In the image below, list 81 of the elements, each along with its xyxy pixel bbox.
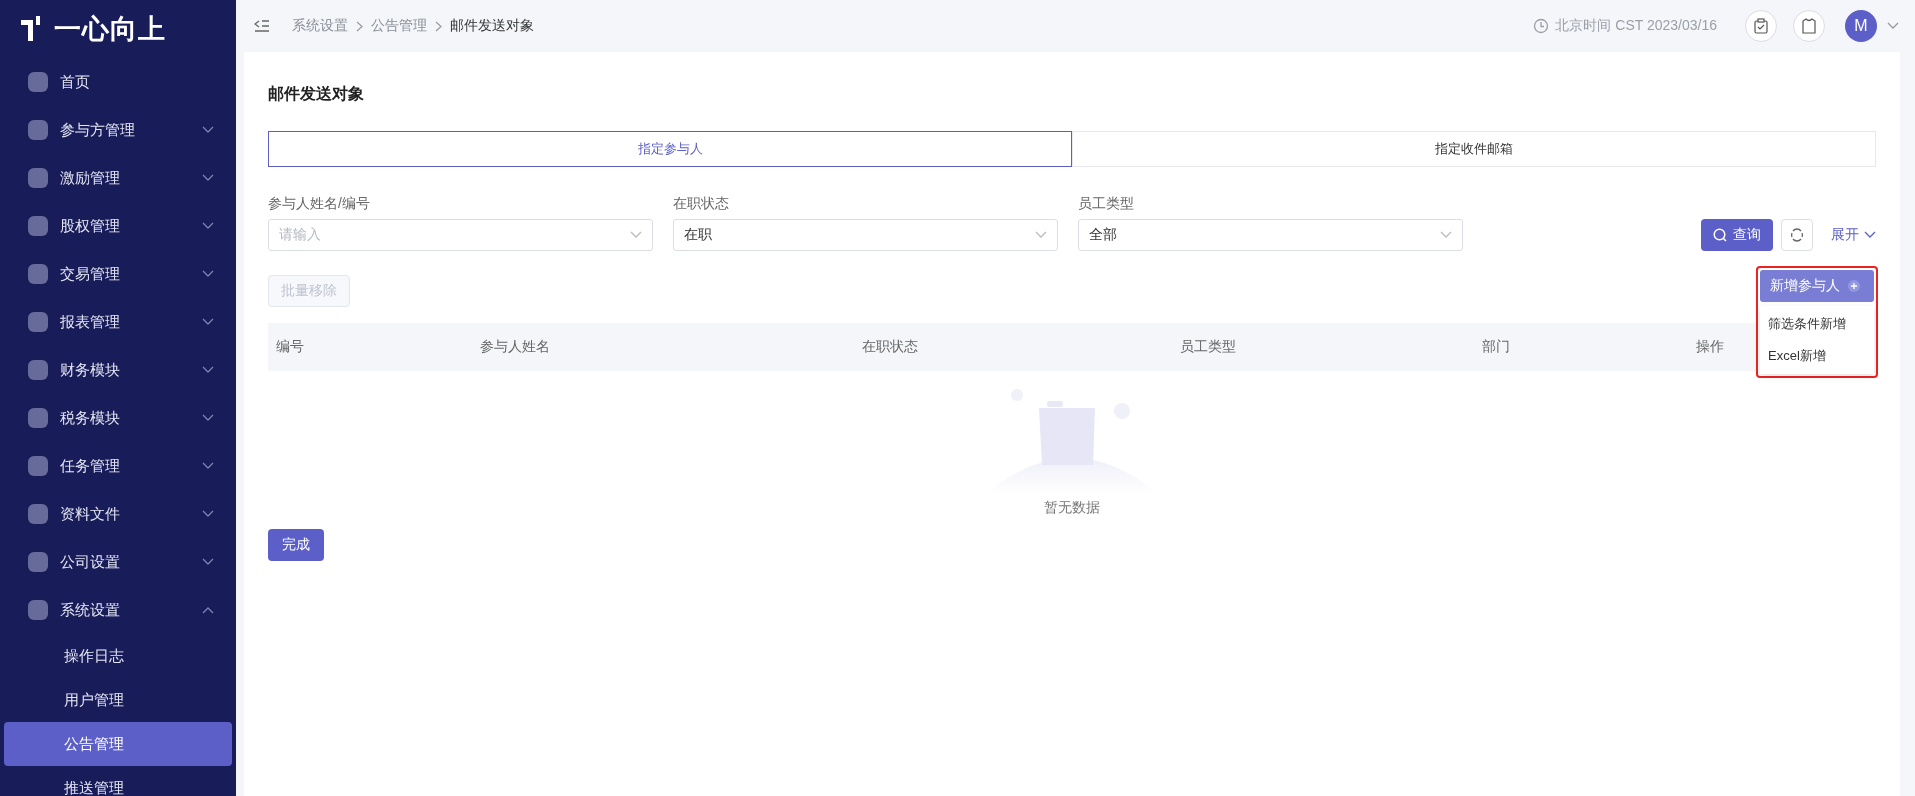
sidebar-subitem[interactable]: 操作日志 <box>4 634 232 678</box>
chevron-down-icon <box>1864 231 1876 239</box>
menu-icon <box>28 504 48 524</box>
column-header: 部门 <box>1482 338 1510 356</box>
column-header: 编号 <box>276 338 304 356</box>
field-label: 参与人姓名/编号 <box>268 195 371 213</box>
chevron-right-icon <box>356 20 363 32</box>
plus-icon <box>1848 280 1860 292</box>
chevron-up-icon <box>202 606 214 614</box>
column-header: 在职状态 <box>862 338 918 356</box>
logo-text: 一心向上 <box>54 13 166 46</box>
breadcrumb-item: 邮件发送对象 <box>450 17 534 35</box>
chevron-down-icon <box>202 558 214 566</box>
sidebar-item[interactable]: 交易管理 <box>0 250 236 298</box>
sidebar-subitem[interactable]: 公告管理 <box>4 722 232 766</box>
search-icon <box>1713 228 1727 242</box>
menu-item[interactable]: 筛选条件新增 <box>1760 308 1874 340</box>
select-field[interactable]: 在职 <box>673 219 1058 251</box>
chevron-down-icon <box>202 126 214 134</box>
field-label: 员工类型 <box>1078 195 1135 213</box>
tab[interactable]: 指定收件邮箱 <box>1072 131 1876 167</box>
sidebar-item[interactable]: 报表管理 <box>0 298 236 346</box>
chevron-down-icon <box>202 366 214 374</box>
sidebar-item[interactable]: 资料文件 <box>0 490 236 538</box>
user-avatar[interactable]: M <box>1845 10 1877 42</box>
chevron-down-icon <box>630 231 642 239</box>
sidebar-item[interactable]: 税务模块 <box>0 394 236 442</box>
menu-icon <box>28 168 48 188</box>
sidebar-item[interactable]: 激励管理 <box>0 154 236 202</box>
collapse-menu-icon[interactable] <box>254 19 270 33</box>
sidebar-item[interactable]: 参与方管理 <box>0 106 236 154</box>
sidebar-item[interactable]: 首页 <box>0 58 236 106</box>
menu-icon <box>28 216 48 236</box>
column-header: 参与人姓名 <box>480 338 550 356</box>
query-button[interactable]: 查询 <box>1701 219 1773 251</box>
menu-icon <box>28 120 48 140</box>
chevron-down-icon <box>1035 231 1047 239</box>
done-button[interactable]: 完成 <box>268 529 324 561</box>
chevron-down-icon <box>202 318 214 326</box>
refresh-icon <box>1790 228 1804 242</box>
chevron-down-icon <box>202 414 214 422</box>
chevron-down-icon <box>202 174 214 182</box>
select-field[interactable]: 全部 <box>1078 219 1463 251</box>
reset-button[interactable] <box>1781 219 1813 251</box>
menu-icon <box>28 552 48 572</box>
sidebar-subitem[interactable]: 用户管理 <box>4 678 232 722</box>
sidebar-item[interactable]: 任务管理 <box>0 442 236 490</box>
menu-icon <box>28 264 48 284</box>
sidebar-item[interactable]: 财务模块 <box>0 346 236 394</box>
current-time: 北京时间 CST 2023/03/16 <box>1555 17 1717 35</box>
menu-icon <box>28 408 48 428</box>
column-header: 操作 <box>1696 338 1724 356</box>
sidebar-item[interactable]: 系统设置 <box>0 586 236 634</box>
chevron-down-icon <box>202 462 214 470</box>
chevron-down-icon <box>202 510 214 518</box>
expand-link[interactable]: 展开 <box>1831 226 1876 244</box>
menu-icon <box>28 72 48 92</box>
menu-icon <box>28 360 48 380</box>
menu-icon <box>28 312 48 332</box>
chevron-right-icon <box>435 20 442 32</box>
clipboard-check-button[interactable] <box>1745 10 1777 42</box>
chevron-down-icon <box>1440 231 1452 239</box>
chevron-down-icon <box>202 270 214 278</box>
sidebar-item[interactable]: 股权管理 <box>0 202 236 250</box>
sidebar-item[interactable]: 公司设置 <box>0 538 236 586</box>
menu-icon <box>28 600 48 620</box>
chevron-down-icon <box>202 222 214 230</box>
page-title: 邮件发送对象 <box>268 84 365 104</box>
clock-icon <box>1533 18 1550 34</box>
menu-icon <box>28 456 48 476</box>
chevron-down-icon <box>1887 22 1899 30</box>
add-participant-button[interactable]: 新增参与人 <box>1760 270 1874 302</box>
shirt-button[interactable] <box>1793 10 1825 42</box>
menu-item[interactable]: Excel新增 <box>1760 340 1874 372</box>
field-label: 在职状态 <box>673 195 730 213</box>
clipboard-check-icon <box>1754 18 1768 34</box>
tab[interactable]: 指定参与人 <box>268 131 1072 167</box>
column-header: 员工类型 <box>1180 338 1236 356</box>
empty-state-text: 暂无数据 <box>1044 499 1100 517</box>
shirt-icon <box>1802 18 1816 34</box>
sidebar-subitem[interactable]: 推送管理 <box>4 766 232 796</box>
